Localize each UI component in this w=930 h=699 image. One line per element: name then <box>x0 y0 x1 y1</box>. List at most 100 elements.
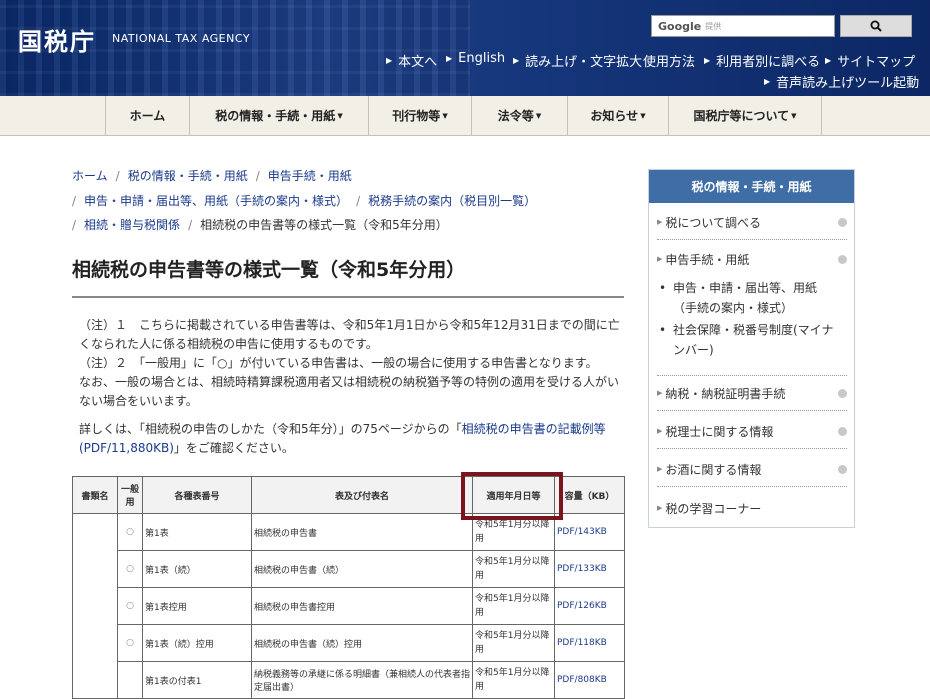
gnav-publications[interactable]: 刊行物等 ▼ <box>368 96 471 135</box>
note-2a: （注）２ 「一般用」に「○」が付いている申告書は、一般の場合に使用する申告書とな… <box>79 356 598 370</box>
arrow-right-icon: ▶ <box>657 255 663 263</box>
circle-icon <box>838 426 847 436</box>
util-link-howto[interactable]: 使用方法 <box>643 51 695 70</box>
util-link-english[interactable]: ▶ English <box>446 51 505 66</box>
util-link-by-user[interactable]: ▶ 利用者別に調べる <box>704 51 820 70</box>
side-item-learning[interactable]: ▶ 税の学習コーナー <box>657 500 847 516</box>
circle-icon <box>838 388 847 398</box>
util-link-main[interactable]: ▶ 本文へ <box>386 51 437 70</box>
note-3: 詳しくは、「相続税の申告のしかた（令和5年分）」の75ページからの「相続税の申告… <box>79 422 606 455</box>
side-item-research[interactable]: ▶ 税について調べる <box>657 214 847 230</box>
arrow-right-icon: ▶ <box>657 427 663 435</box>
title-divider <box>72 296 624 298</box>
global-nav: ホーム 税の情報・手続・用紙 ▼ 刊行物等 ▼ 法令等 ▼ お知らせ ▼ 国税庁等につい… <box>0 96 930 136</box>
breadcrumb-by-tax[interactable]: 税務手続の案内（税目別一覧） <box>368 194 536 208</box>
cell-form-name: 相続税の申告書（続） <box>251 550 473 588</box>
breadcrumb-home[interactable]: ホーム <box>72 169 108 183</box>
util-link-readaloud[interactable]: ▶ 読み上げ・文字拡大 <box>513 51 642 70</box>
site-header: 国税庁 NATIONAL TAX AGENCY Google 提供 ▶ 本文へ ▶… <box>0 0 930 96</box>
table-row: ○ 第1表控用 相続税の申告書控用 令和5年1月分以降用 PDF/126KB <box>73 587 625 625</box>
cell-general: ○ <box>117 587 143 625</box>
side-divider <box>657 448 847 449</box>
circle-icon <box>838 464 847 474</box>
side-divider <box>657 239 847 240</box>
pdf-link[interactable]: PDF/118KB <box>557 638 607 648</box>
header-form-name: 表及び付表名 <box>251 476 473 514</box>
search-button[interactable] <box>840 15 912 37</box>
breadcrumb-line-1: ホーム / 税の情報・手続・用紙 / 申告手続・用紙 <box>72 169 352 183</box>
side-nav-title[interactable]: 税の情報・手続・用紙 <box>649 170 854 203</box>
cell-form-name: 納税義務等の承継に係る明細書（兼相続人の代表者指定届出書） <box>251 661 473 699</box>
gnav-news[interactable]: お知らせ ▼ <box>567 96 668 135</box>
caret-down-icon: ▼ <box>640 111 646 120</box>
side-divider <box>657 486 847 487</box>
cell-effective-date: 令和5年1月分以降用 <box>472 550 555 588</box>
breadcrumb-tax-info[interactable]: 税の情報・手続・用紙 <box>128 169 248 183</box>
side-item-payment[interactable]: ▶ 納税・納税証明書手続 <box>657 385 847 401</box>
cell-general: ○ <box>117 513 143 551</box>
cell-effective-date: 令和5年1月分以降用 <box>472 587 555 625</box>
arrow-right-icon: ▶ <box>657 465 663 473</box>
cell-form-name: 相続税の申告書（続）控用 <box>251 624 473 662</box>
breadcrumb-forms[interactable]: 申告・申請・届出等、用紙（手続の案内・様式） <box>84 194 348 208</box>
cell-effective-date: 令和5年1月分以降用 <box>472 624 555 662</box>
cell-effective-date: 令和5年1月分以降用 <box>472 661 555 699</box>
breadcrumb-procedures[interactable]: 申告手続・用紙 <box>268 169 352 183</box>
pdf-link[interactable]: PDF/143KB <box>557 527 607 537</box>
pdf-link[interactable]: PDF/133KB <box>557 564 607 574</box>
cell-form-number: 第1表 <box>142 513 252 551</box>
cell-effective-date: 令和5年1月分以降用 <box>472 513 555 551</box>
cell-document-name <box>72 513 118 699</box>
table-header-row: 書類名 一般用 各種表番号 表及び付表名 適用年月日等 容量（KB） <box>72 476 625 514</box>
pdf-link[interactable]: PDF/808KB <box>557 675 607 685</box>
side-item-procedures[interactable]: ▶ 申告手続・用紙 <box>657 251 847 267</box>
cell-form-number: 第1表（続） <box>142 550 252 588</box>
gnav-home[interactable]: ホーム <box>105 96 189 135</box>
header-document-name: 書類名 <box>72 476 118 514</box>
side-subitem-mynumber[interactable]: • 社会保障・税番号制度(マイナンバー) <box>659 320 839 360</box>
arrow-right-icon: ▶ <box>446 54 453 63</box>
breadcrumb-line-2: / 申告・申請・届出等、用紙（手続の案内・様式） / 税務手続の案内（税目別一覧） <box>72 194 537 208</box>
search-input[interactable]: Google 提供 <box>651 15 835 37</box>
arrow-right-icon: ▶ <box>825 56 832 65</box>
table-row: 第1表の付表1 納税義務等の承継に係る明細書（兼相続人の代表者指定届出書） 令和… <box>73 661 625 699</box>
arrow-right-icon: ▶ <box>657 218 663 226</box>
caret-down-icon: ▼ <box>791 111 797 120</box>
search-brand: Google <box>658 19 702 33</box>
site-logo[interactable]: 国税庁 <box>18 22 96 57</box>
search-placeholder: 提供 <box>705 21 722 31</box>
arrow-right-icon: ▶ <box>657 389 663 397</box>
header-size: 容量（KB） <box>554 476 625 514</box>
cell-size: PDF/118KB <box>554 624 625 662</box>
cell-size: PDF/808KB <box>554 661 625 699</box>
gnav-tax-info[interactable]: 税の情報・手続・用紙 ▼ <box>189 96 368 135</box>
site-logo-english: NATIONAL TAX AGENCY <box>112 32 251 45</box>
breadcrumb-inheritance[interactable]: 相続・贈与税関係 <box>84 218 180 232</box>
header-effective-date: 適用年月日等 <box>472 476 555 514</box>
util-link-voice-tool[interactable]: ▶ 音声読み上げツール起動 <box>764 72 919 91</box>
note-1: （注）１ こちらに掲載されている申告書等は、令和5年1月1日から令和5年12月3… <box>79 318 620 351</box>
cell-size: PDF/126KB <box>554 587 625 625</box>
breadcrumb-current: 相続税の申告書等の様式一覧（令和5年分用） <box>200 218 448 232</box>
arrow-right-icon: ▶ <box>704 56 711 65</box>
table-row: ○ 第1表（続） 相続税の申告書（続） 令和5年1月分以降用 PDF/133KB <box>73 550 625 588</box>
arrow-right-icon: ▶ <box>386 56 393 65</box>
table-row: ○ 第1表 相続税の申告書 令和5年1月分以降用 PDF/143KB <box>72 513 625 699</box>
gnav-about[interactable]: 国税庁等について ▼ <box>668 96 822 135</box>
cell-form-name: 相続税の申告書控用 <box>251 587 473 625</box>
gnav-laws[interactable]: 法令等 ▼ <box>471 96 567 135</box>
side-item-tax-accountant[interactable]: ▶ 税理士に関する情報 <box>657 423 847 439</box>
util-link-sitemap[interactable]: ▶ サイトマップ <box>825 51 915 70</box>
arrow-right-icon: ▶ <box>513 56 520 65</box>
side-divider <box>657 410 847 411</box>
cell-general: ○ <box>117 624 143 662</box>
caret-down-icon: ▼ <box>442 111 448 120</box>
side-nav: 税の情報・手続・用紙 ▶ 税について調べる ▶ 申告手続・用紙 • 申告・申請・届出等… <box>648 169 855 528</box>
header-general: 一般用 <box>117 476 143 514</box>
side-item-liquor[interactable]: ▶ お酒に関する情報 <box>657 461 847 477</box>
header-form-number: 各種表番号 <box>142 476 252 514</box>
caret-down-icon: ▼ <box>337 111 343 120</box>
side-subitem-forms[interactable]: • 申告・申請・届出等、用紙（手続の案内・様式） <box>659 278 839 318</box>
note-2b: なお、一般の場合とは、相続時精算課税適用者又は相続税の納税猶予等の特例の適用を受… <box>79 375 620 408</box>
pdf-link[interactable]: PDF/126KB <box>557 601 607 611</box>
